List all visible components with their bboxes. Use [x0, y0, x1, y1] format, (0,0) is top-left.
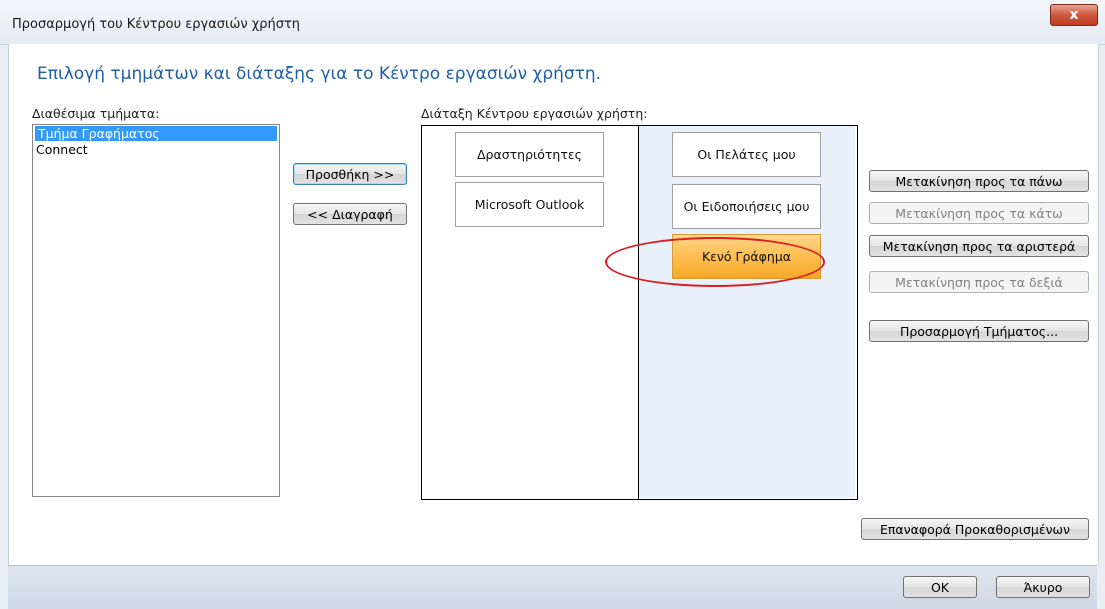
dialog-body: Επιλογή τμημάτων και διάταξης για το Κέν…	[8, 44, 1099, 565]
list-item[interactable]: Connect	[33, 142, 279, 157]
layout-label: Διάταξη Κέντρου εργασιών χρήστη:	[421, 106, 648, 121]
tile-microsoft-outlook[interactable]: Microsoft Outlook	[455, 182, 604, 227]
close-button[interactable]: x	[1050, 4, 1098, 26]
move-left-button[interactable]: Μετακίνηση προς τα αριστερά	[869, 235, 1089, 257]
move-up-button[interactable]: Μετακίνηση προς τα πάνω	[869, 170, 1089, 192]
tile-my-customers[interactable]: Οι Πελάτες μου	[672, 132, 821, 177]
reset-defaults-button[interactable]: Επαναφορά Προκαθορισμένων	[861, 518, 1089, 540]
customize-section-button[interactable]: Προσαρμογή Τμήματος...	[869, 320, 1089, 342]
add-button[interactable]: Προσθήκη >>	[293, 163, 407, 185]
title-bar: Προσαρμογή του Κέντρου εργασιών χρήστη x	[0, 0, 1105, 45]
tile-activities[interactable]: Δραστηριότητες	[455, 132, 604, 177]
remove-button[interactable]: << Διαγραφή	[293, 203, 407, 225]
list-item[interactable]: Τμήμα Γραφήματος	[35, 126, 277, 141]
window-title: Προσαρμογή του Κέντρου εργασιών χρήστη	[12, 17, 301, 32]
tile-my-notifications[interactable]: Οι Ειδοποιήσεις μου	[672, 184, 821, 229]
ok-button[interactable]: OK	[903, 576, 977, 598]
layout-right-column	[639, 126, 855, 498]
available-sections-label: Διαθέσιμα τμήματα:	[32, 106, 160, 121]
move-right-button[interactable]: Μετακίνηση προς τα δεξιά	[869, 271, 1089, 293]
move-down-button[interactable]: Μετακίνηση προς τα κάτω	[869, 202, 1089, 224]
highlight-ellipse	[605, 237, 825, 287]
available-sections-list[interactable]: Τμήμα Γραφήματος Connect	[32, 124, 280, 497]
cancel-button[interactable]: Άκυρο	[996, 576, 1090, 598]
page-title: Επιλογή τμημάτων και διάταξης για το Κέν…	[37, 64, 602, 84]
dialog-footer: OK Άκυρο	[8, 565, 1097, 609]
close-icon: x	[1069, 7, 1079, 23]
column-divider	[638, 125, 639, 499]
